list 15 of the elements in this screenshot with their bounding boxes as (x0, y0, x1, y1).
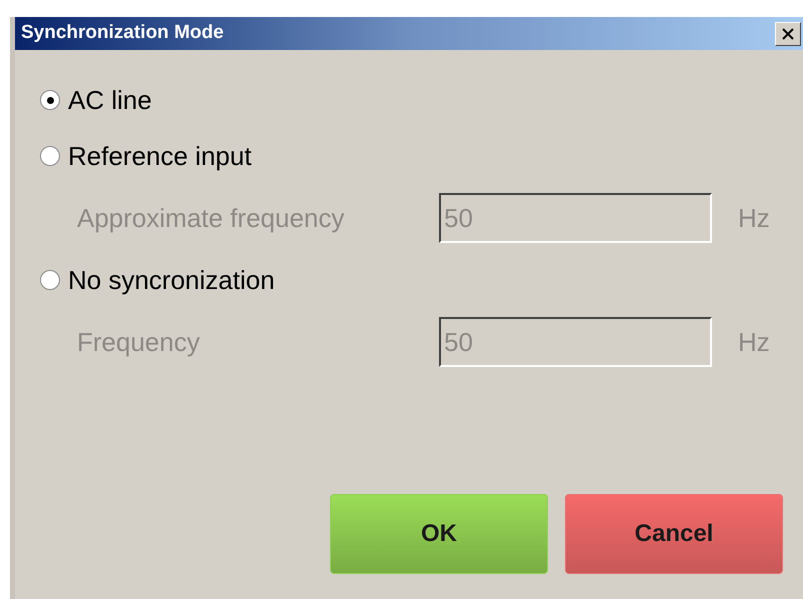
unit-label: Hz (738, 326, 770, 358)
radio-button[interactable] (40, 270, 60, 290)
radio-button[interactable] (40, 90, 60, 110)
unit-label: Hz (738, 202, 770, 234)
cancel-button[interactable]: Cancel (565, 494, 783, 574)
window-title: Synchronization Mode (21, 21, 224, 46)
option-label[interactable]: AC line (68, 80, 152, 120)
field-label: Approximate frequency (77, 202, 346, 234)
option-label[interactable]: No syncronization (68, 260, 275, 300)
option-label[interactable]: Reference input (68, 136, 252, 176)
field-label: Frequency (77, 326, 201, 358)
close-icon (781, 26, 795, 40)
ok-button[interactable]: OK (330, 494, 548, 574)
close-button[interactable] (775, 22, 801, 46)
radio-button[interactable] (40, 146, 60, 166)
